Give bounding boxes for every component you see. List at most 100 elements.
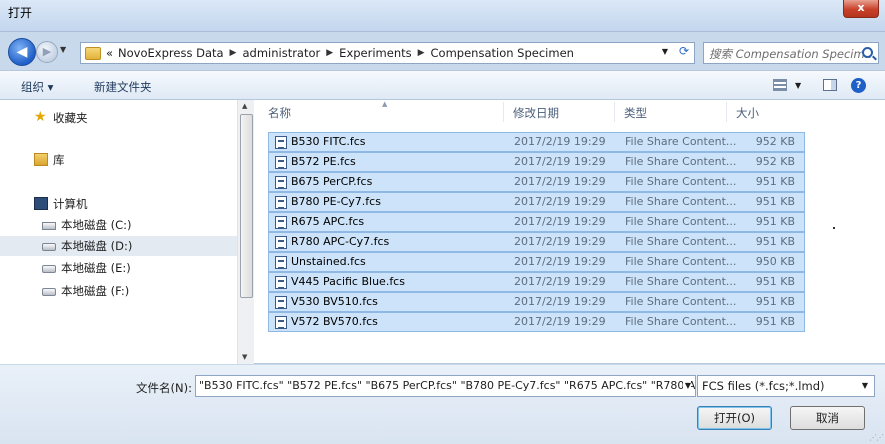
search-input[interactable]: 搜索 Compensation Specim... <box>703 42 879 64</box>
file-row[interactable]: R675 APC.fcs 2017/2/19 19:29 File Share … <box>268 212 805 232</box>
column-header-size[interactable]: 大小 <box>736 105 759 121</box>
drive-icon <box>42 265 56 273</box>
file-row[interactable]: V530 BV510.fcs 2017/2/19 19:29 File Shar… <box>268 292 805 312</box>
preview-pane-icon[interactable] <box>823 79 837 91</box>
file-date: 2017/2/19 19:29 <box>514 215 606 228</box>
file-type: File Share Content... <box>625 135 737 148</box>
file-name: B780 PE-Cy7.fcs <box>291 195 381 208</box>
file-date: 2017/2/19 19:29 <box>514 235 606 248</box>
nav-item-computer[interactable]: 计算机 <box>0 194 237 214</box>
view-options-icon[interactable] <box>773 79 787 91</box>
file-row[interactable]: V445 Pacific Blue.fcs 2017/2/19 19:29 Fi… <box>268 272 805 292</box>
file-type-filter-select[interactable]: FCS files (*.fcs;*.lmd) ▼ <box>697 375 875 397</box>
search-icon[interactable] <box>862 47 873 58</box>
scroll-up-icon[interactable]: ▲ <box>242 102 247 110</box>
organize-button[interactable]: 组织 ▾ <box>21 79 53 95</box>
cancel-button[interactable]: 取消 <box>790 406 865 430</box>
file-size: 951 KB <box>755 195 795 208</box>
scrollbar-thumb[interactable] <box>240 114 253 298</box>
file-name: B530 FITC.fcs <box>291 135 366 148</box>
close-button[interactable]: x <box>843 0 879 18</box>
fcs-file-icon <box>275 296 287 309</box>
chevron-right-icon[interactable]: ▶ <box>326 48 333 58</box>
toolbar: 组织 ▾ 新建文件夹 ▼ ? <box>0 70 885 100</box>
file-row[interactable]: Unstained.fcs 2017/2/19 19:29 File Share… <box>268 252 805 272</box>
file-size: 952 KB <box>755 155 795 168</box>
fcs-file-icon <box>275 196 287 209</box>
system-drive-icon <box>42 222 56 230</box>
forward-button[interactable]: ▶ <box>36 41 58 63</box>
search-placeholder: 搜索 Compensation Specim... <box>709 47 876 61</box>
filter-value: FCS files (*.fcs;*.lmd) <box>702 379 825 393</box>
nav-item-libraries[interactable]: 库 <box>0 150 237 170</box>
file-row[interactable]: B530 FITC.fcs 2017/2/19 19:29 File Share… <box>268 132 805 152</box>
filename-dropdown-icon[interactable]: ▼ <box>682 381 691 390</box>
column-header-type[interactable]: 类型 <box>624 105 647 121</box>
breadcrumb-item-novoexpress-data[interactable]: NovoExpress Data <box>118 46 224 60</box>
breadcrumb-item-experiments[interactable]: Experiments <box>339 46 411 60</box>
file-size: 951 KB <box>755 235 795 248</box>
file-date: 2017/2/19 19:29 <box>514 295 606 308</box>
file-row[interactable]: B780 PE-Cy7.fcs 2017/2/19 19:29 File Sha… <box>268 192 805 212</box>
arrow-right-icon: ▶ <box>42 45 52 58</box>
recent-locations-dropdown-icon[interactable]: ▼ <box>60 45 66 54</box>
nav-item-label: 本地磁盘 (E:) <box>61 261 131 275</box>
column-header-name[interactable]: 名称 <box>268 105 291 121</box>
breadcrumb-item-compensation-specimen[interactable]: Compensation Specimen <box>431 46 574 60</box>
file-date: 2017/2/19 19:29 <box>514 195 606 208</box>
chevron-right-icon[interactable]: ▶ <box>418 48 425 58</box>
nav-item-label: 本地磁盘 (D:) <box>61 239 133 253</box>
help-icon[interactable]: ? <box>851 78 866 93</box>
nav-item-label: 计算机 <box>53 197 88 211</box>
file-size: 951 KB <box>755 175 795 188</box>
file-size: 951 KB <box>755 315 795 328</box>
file-row[interactable]: B675 PerCP.fcs 2017/2/19 19:29 File Shar… <box>268 172 805 192</box>
folder-icon <box>85 46 101 60</box>
resize-grip-icon[interactable]: ⋰⋰ <box>869 433 884 442</box>
breadcrumb[interactable]: « NovoExpress Data ▶ administrator ▶ Exp… <box>80 42 695 64</box>
nav-item-drive-d[interactable]: 本地磁盘 (D:) <box>0 236 237 256</box>
drive-icon <box>42 243 56 251</box>
file-name: B572 PE.fcs <box>291 155 356 168</box>
breadcrumb-overflow[interactable]: « <box>106 46 113 60</box>
file-date: 2017/2/19 19:29 <box>514 255 606 268</box>
scroll-down-icon[interactable]: ▼ <box>242 353 247 361</box>
nav-item-drive-c[interactable]: 本地磁盘 (C:) <box>0 215 237 235</box>
column-divider[interactable] <box>726 102 727 122</box>
column-header-date[interactable]: 修改日期 <box>513 105 559 121</box>
nav-item-drive-f[interactable]: 本地磁盘 (F:) <box>0 281 237 301</box>
fcs-file-icon <box>275 136 287 149</box>
file-size: 950 KB <box>755 255 795 268</box>
nav-item-label: 本地磁盘 (C:) <box>61 218 132 232</box>
address-dropdown-icon[interactable]: ▼ <box>662 47 668 56</box>
navigation-pane: ★ 收藏夹 库 计算机 本地磁盘 (C:) 本地磁盘 (D:) 本地磁盘 (E:… <box>0 100 237 364</box>
fcs-file-icon <box>275 176 287 189</box>
refresh-icon[interactable]: ⟳ <box>679 44 689 58</box>
back-button[interactable]: ◀ <box>8 38 36 66</box>
file-row[interactable]: V572 BV570.fcs 2017/2/19 19:29 File Shar… <box>268 312 805 332</box>
file-row[interactable]: B572 PE.fcs 2017/2/19 19:29 File Share C… <box>268 152 805 172</box>
chevron-down-icon: ▼ <box>861 381 868 390</box>
file-type: File Share Content... <box>625 175 737 188</box>
open-button[interactable]: 打开(O) <box>697 406 772 430</box>
breadcrumb-item-administrator[interactable]: administrator <box>242 46 320 60</box>
column-divider[interactable] <box>503 102 504 122</box>
file-name: V530 BV510.fcs <box>291 295 378 308</box>
chevron-right-icon[interactable]: ▶ <box>230 48 237 58</box>
file-row[interactable]: R780 APC-Cy7.fcs 2017/2/19 19:29 File Sh… <box>268 232 805 252</box>
nav-scrollbar[interactable]: ▲ ▼ <box>237 100 254 364</box>
nav-item-drive-e[interactable]: 本地磁盘 (E:) <box>0 258 237 278</box>
file-date: 2017/2/19 19:29 <box>514 135 606 148</box>
nav-item-favorites[interactable]: ★ 收藏夹 <box>0 108 237 128</box>
arrow-left-icon: ◀ <box>16 44 28 60</box>
filename-field[interactable]: "B530 FITC.fcs" "B572 PE.fcs" "B675 PerC… <box>195 375 696 397</box>
new-folder-button[interactable]: 新建文件夹 <box>94 79 152 95</box>
dialog-footer: 文件名(N): "B530 FITC.fcs" "B572 PE.fcs" "B… <box>0 365 885 444</box>
dot-mark <box>833 227 835 229</box>
column-divider[interactable] <box>614 102 615 122</box>
file-size: 951 KB <box>755 295 795 308</box>
view-dropdown-icon[interactable]: ▼ <box>795 81 811 97</box>
title-bar: 打开 x <box>0 0 885 32</box>
nav-item-label: 收藏夹 <box>53 111 88 125</box>
window-title: 打开 <box>8 6 33 20</box>
